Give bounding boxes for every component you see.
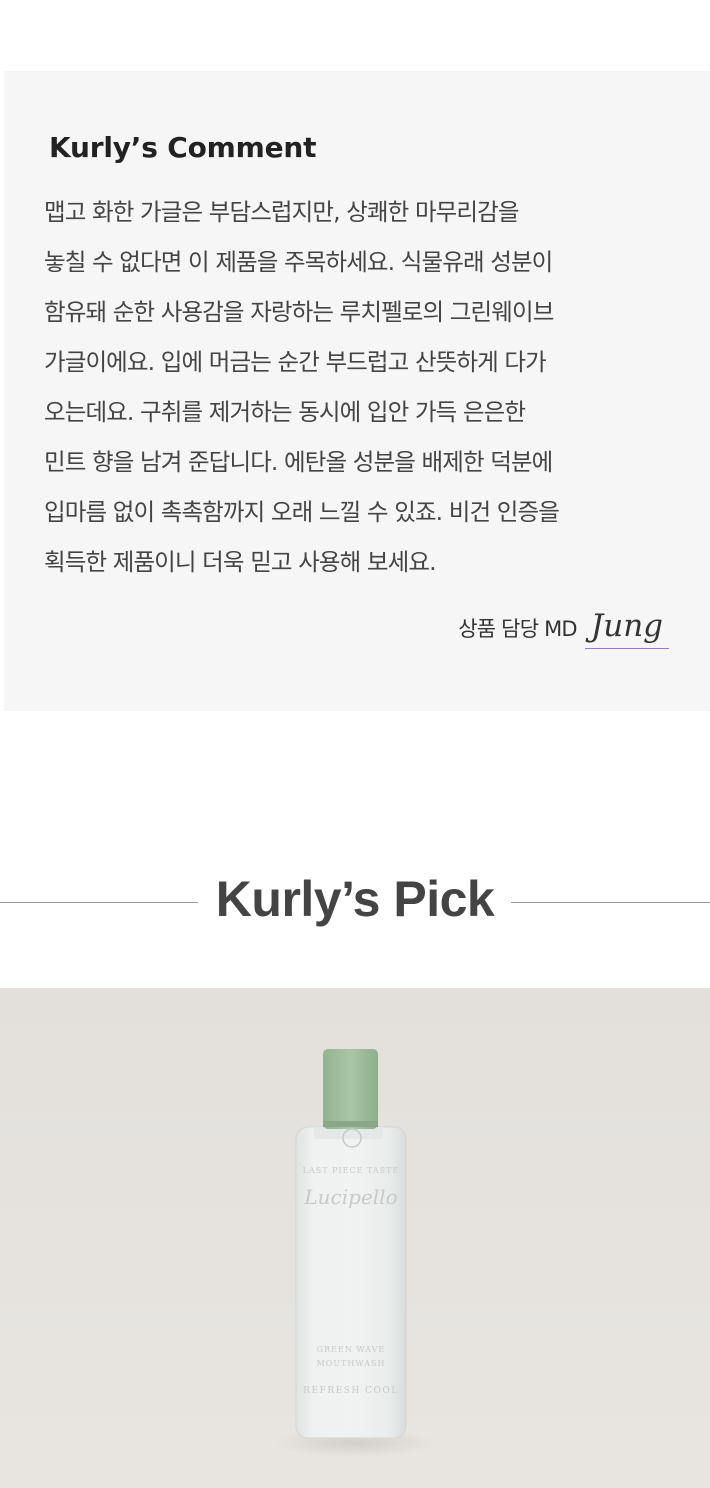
comment-text: 맵고 화한 가글은 부담스럽지만, 상쾌한 마무리감을 놓칠 수 없다면 이 제… [44, 187, 684, 587]
product-image: LAST PIECE TASTE Lucipello GREEN WAVE MO… [0, 988, 710, 1488]
bottle-label-line: REFRESH COOL [303, 1386, 398, 1396]
pick-title: Kurly’s Pick [215, 871, 495, 927]
md-signature: 상품 담당 MD Jung [458, 606, 669, 649]
bottle-label-line: MOUTHWASH [317, 1359, 386, 1368]
kurlys-pick-header: Kurly’s Pick [0, 868, 710, 934]
comment-line: 입마름 없이 촉촉함까지 오래 느낄 수 있죠. 비건 인증을 [44, 498, 560, 526]
bottle-label-line: LAST PIECE TASTE [303, 1166, 400, 1175]
comment-title: Kurly’s Comment [49, 131, 317, 164]
bottle-label-line: GREEN WAVE [317, 1345, 385, 1354]
mouthwash-bottle-icon: LAST PIECE TASTE Lucipello GREEN WAVE MO… [275, 1049, 435, 1457]
divider-right [511, 902, 710, 903]
comment-line: 오는데요. 구취를 제거하는 동시에 입안 가득 은은한 [44, 398, 526, 426]
comment-line: 획득한 제품이니 더욱 믿고 사용해 보세요. [44, 548, 437, 576]
comment-line: 함유돼 순한 사용감을 자랑하는 루치펠로의 그린웨이브 [44, 298, 554, 326]
signature-name: Jung [584, 606, 669, 649]
comment-line: 맵고 화한 가글은 부담스럽지만, 상쾌한 마무리감을 [44, 198, 519, 226]
comment-line: 민트 향을 남겨 준답니다. 에탄올 성분을 배제한 덕분에 [44, 448, 553, 476]
comment-line: 놓칠 수 없다면 이 제품을 주목하세요. 식물유래 성분이 [44, 248, 553, 276]
kurlys-comment-section: Kurly’s Comment 맵고 화한 가글은 부담스럽지만, 상쾌한 마무… [4, 71, 710, 711]
comment-line: 가글이에요. 입에 머금는 순간 부드럽고 산뜻하게 다가 [44, 348, 547, 376]
signature-label: 상품 담당 MD [458, 617, 577, 641]
bottle-label-line: Lucipello [303, 1185, 397, 1209]
